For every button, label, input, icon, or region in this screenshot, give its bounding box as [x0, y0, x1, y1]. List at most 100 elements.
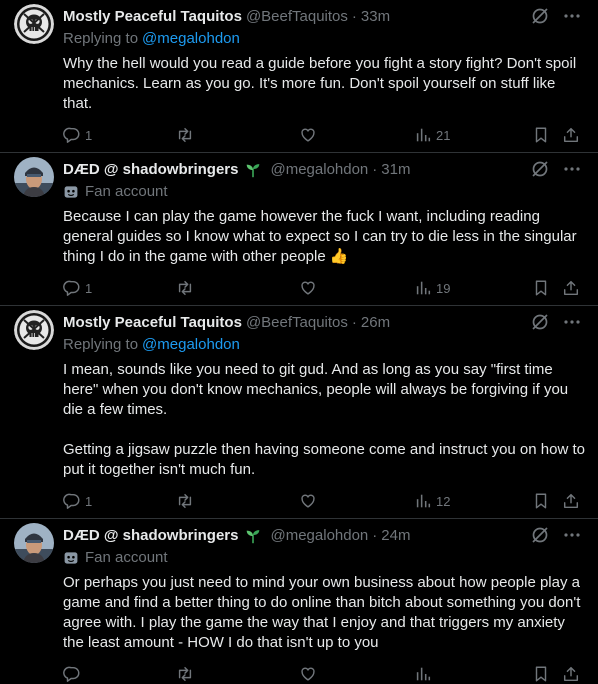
tweet-header: Mostly Peaceful Taquitos @BeefTaquitos · 33…: [63, 8, 582, 26]
share-button[interactable]: [562, 125, 580, 145]
tweet-header-icons: [530, 312, 582, 332]
reply-icon: [63, 279, 81, 297]
grok-icon[interactable]: [530, 6, 550, 26]
bookmark-button[interactable]: [532, 664, 550, 684]
views-icon: [414, 126, 432, 144]
author-name[interactable]: Mostly Peaceful Taquitos: [63, 314, 242, 332]
tweet-header-icons: [530, 159, 582, 179]
author-name[interactable]: DÆD @ shadowbringers: [63, 527, 238, 545]
views-count: 21: [436, 127, 451, 143]
share-icon: [562, 665, 580, 683]
share-button[interactable]: [562, 278, 580, 298]
mask-icon: [63, 550, 79, 566]
author-handle[interactable]: @megalohdon: [270, 161, 368, 179]
sprout-icon: [244, 161, 262, 179]
more-icon[interactable]: [562, 6, 582, 26]
author-handle[interactable]: @BeefTaquitos: [246, 314, 348, 332]
tweet-actions: [63, 657, 582, 684]
separator-dot: ·: [372, 161, 378, 178]
views-count: 12: [436, 493, 451, 509]
replying-to-handle[interactable]: @megalohdon: [142, 336, 240, 354]
share-icon: [562, 492, 580, 510]
reply-button[interactable]: 1: [63, 278, 92, 298]
tweet-header: DÆD @ shadowbringers @megalohdon · 31m: [63, 161, 582, 179]
tweet[interactable]: DÆD @ shadowbringers @megalohdon · 24m Fan a…: [0, 519, 598, 684]
retweet-icon: [176, 492, 194, 510]
reply-button[interactable]: [63, 664, 85, 684]
bookmark-button[interactable]: [532, 125, 550, 145]
replying-to-label: Replying to: [63, 336, 139, 353]
views-button[interactable]: 19: [414, 278, 450, 298]
share-button[interactable]: [562, 664, 580, 684]
views-icon: [414, 279, 432, 297]
author-name[interactable]: DÆD @ shadowbringers: [63, 161, 238, 179]
bookmark-button[interactable]: [532, 278, 550, 298]
retweet-button[interactable]: [176, 664, 198, 684]
timestamp[interactable]: 24m: [381, 527, 410, 545]
reply-icon: [63, 665, 81, 683]
replies-count: 1: [85, 127, 93, 143]
person-avatar[interactable]: [14, 157, 54, 197]
author-handle[interactable]: @megalohdon: [270, 527, 368, 545]
separator-dot: ·: [351, 8, 357, 25]
timestamp[interactable]: 26m: [361, 314, 390, 332]
more-icon[interactable]: [562, 525, 582, 545]
grok-icon[interactable]: [530, 312, 550, 332]
reply-icon: [63, 492, 81, 510]
views-count: 19: [436, 280, 451, 296]
more-icon[interactable]: [562, 159, 582, 179]
reply-button[interactable]: 1: [63, 125, 92, 145]
retweet-button[interactable]: [176, 491, 198, 511]
tweet[interactable]: Mostly Peaceful Taquitos @BeefTaquitos · 26…: [0, 306, 598, 519]
author-handle[interactable]: @BeefTaquitos: [246, 8, 348, 26]
replies-count: 1: [85, 493, 93, 509]
like-button[interactable]: [299, 491, 321, 511]
views-button[interactable]: 21: [414, 125, 450, 145]
like-icon: [299, 492, 317, 510]
replying-to-handle[interactable]: @megalohdon: [142, 30, 240, 48]
badge-label: Fan account: [85, 549, 168, 566]
bookmark-button[interactable]: [532, 491, 550, 511]
timestamp[interactable]: 31m: [381, 161, 410, 179]
views-button[interactable]: 12: [414, 491, 450, 511]
like-button[interactable]: [299, 125, 321, 145]
person-avatar[interactable]: [14, 523, 54, 563]
reply-button[interactable]: 1: [63, 491, 92, 511]
tweet-header: DÆD @ shadowbringers @megalohdon · 24m: [63, 527, 582, 545]
bookmark-icon: [532, 665, 550, 683]
skull-avatar[interactable]: [14, 310, 54, 350]
tweet[interactable]: DÆD @ shadowbringers @megalohdon · 31m Fan a…: [0, 153, 598, 306]
tweet[interactable]: Mostly Peaceful Taquitos @BeefTaquitos · 33…: [0, 0, 598, 153]
tweet-actions: 1 19: [63, 271, 582, 305]
badge-label: Fan account: [85, 183, 168, 200]
skull-avatar[interactable]: [14, 4, 54, 44]
sprout-icon: [244, 527, 262, 545]
retweet-button[interactable]: [176, 278, 198, 298]
author-name[interactable]: Mostly Peaceful Taquitos: [63, 8, 242, 26]
more-icon[interactable]: [562, 312, 582, 332]
tweet-text: Because I can play the game however the …: [63, 208, 581, 265]
timestamp[interactable]: 33m: [361, 8, 390, 26]
views-button[interactable]: [414, 664, 436, 684]
like-icon: [299, 279, 317, 297]
share-icon: [562, 126, 580, 144]
tweet-text: I mean, sounds like you need to git gud.…: [63, 361, 585, 478]
retweet-icon: [176, 279, 194, 297]
grok-icon[interactable]: [530, 159, 550, 179]
like-icon: [299, 126, 317, 144]
like-button[interactable]: [299, 278, 321, 298]
reply-thread: Mostly Peaceful Taquitos @BeefTaquitos · 33…: [0, 0, 598, 684]
like-button[interactable]: [299, 664, 321, 684]
account-badge: Fan account: [63, 183, 582, 201]
share-button[interactable]: [562, 491, 580, 511]
like-icon: [299, 665, 317, 683]
bookmark-icon: [532, 279, 550, 297]
replying-to-label: Replying to: [63, 30, 139, 47]
grok-icon[interactable]: [530, 525, 550, 545]
separator-dot: ·: [351, 314, 357, 331]
retweet-icon: [176, 126, 194, 144]
tweet-header-icons: [530, 525, 582, 545]
account-badge: Fan account: [63, 549, 582, 567]
retweet-icon: [176, 665, 194, 683]
retweet-button[interactable]: [176, 125, 198, 145]
